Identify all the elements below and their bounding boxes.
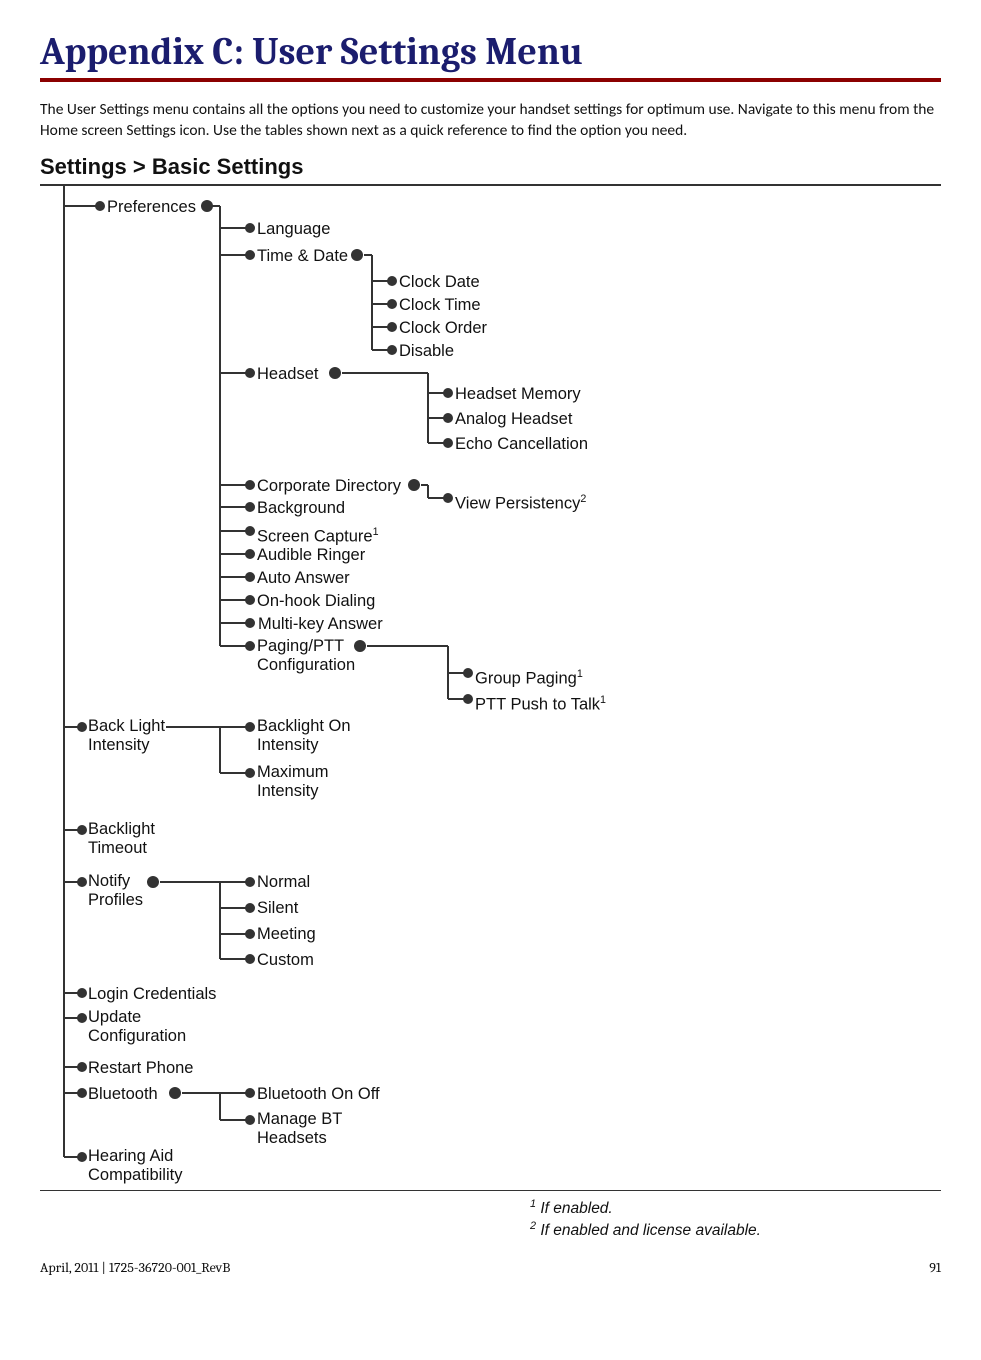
footnotes: 1 If enabled. 2 If enabled and license a…	[530, 1197, 941, 1242]
node-custom: Custom	[257, 950, 314, 970]
node-maximum-intensity: MaximumIntensity	[257, 763, 329, 801]
intro-paragraph: The User Settings menu contains all the …	[40, 100, 941, 142]
node-notify-profiles: NotifyProfiles	[88, 872, 143, 910]
node-back-light-intensity: Back LightIntensity	[88, 717, 165, 755]
node-group-paging: Group Paging1	[475, 664, 583, 689]
node-time-date: Time & Date	[257, 246, 348, 266]
node-analog-headset: Analog Headset	[455, 409, 572, 429]
node-clock-order: Clock Order	[399, 318, 487, 338]
node-hearing-aid: Hearing AidCompatibility	[88, 1147, 182, 1185]
node-bt-onoff: Bluetooth On Off	[257, 1084, 380, 1104]
node-restart-phone: Restart Phone	[88, 1058, 193, 1078]
node-clock-time: Clock Time	[399, 295, 481, 315]
node-backlight-on-intensity: Backlight OnIntensity	[257, 717, 351, 755]
node-auto-answer: Auto Answer	[257, 568, 350, 588]
node-headset-memory: Headset Memory	[455, 384, 581, 404]
node-meeting: Meeting	[257, 924, 316, 944]
node-echo-cancellation: Echo Cancellation	[455, 434, 588, 454]
node-backlight-timeout: BacklightTimeout	[88, 820, 155, 858]
node-update-configuration: UpdateConfiguration	[88, 1008, 186, 1046]
node-screen-capture: Screen Capture1	[257, 522, 379, 547]
node-audible-ringer: Audible Ringer	[257, 545, 365, 565]
breadcrumb: Settings > Basic Settings	[40, 154, 941, 180]
node-bluetooth: Bluetooth	[88, 1084, 158, 1104]
node-preferences: Preferences	[107, 197, 196, 217]
node-view-persistency: View Persistency2	[455, 489, 586, 514]
node-paging-ptt: Paging/PTTConfiguration	[257, 637, 355, 675]
node-manage-bt: Manage BTHeadsets	[257, 1110, 342, 1148]
footer-page-number: 91	[929, 1259, 941, 1276]
node-disable: Disable	[399, 341, 454, 361]
page-title: Appendix C: User Settings Menu	[40, 30, 941, 82]
node-normal: Normal	[257, 872, 310, 892]
node-corporate-directory: Corporate Directory	[257, 476, 401, 496]
node-clock-date: Clock Date	[399, 272, 480, 292]
node-ptt-push-to-talk: PTT Push to Talk1	[475, 690, 606, 715]
node-language: Language	[257, 219, 330, 239]
footer-left: April, 2011 | 1725-36720-001_RevB	[40, 1259, 230, 1276]
node-multikey-answer: Multi-key Answer	[258, 614, 383, 634]
node-background: Background	[257, 498, 345, 518]
settings-tree-diagram: Preferences Back LightIntensity Backligh…	[40, 184, 941, 1191]
node-onhook-dialing: On-hook Dialing	[257, 591, 375, 611]
node-login-credentials: Login Credentials	[88, 984, 216, 1004]
node-headset: Headset	[257, 364, 318, 384]
node-silent: Silent	[257, 898, 298, 918]
